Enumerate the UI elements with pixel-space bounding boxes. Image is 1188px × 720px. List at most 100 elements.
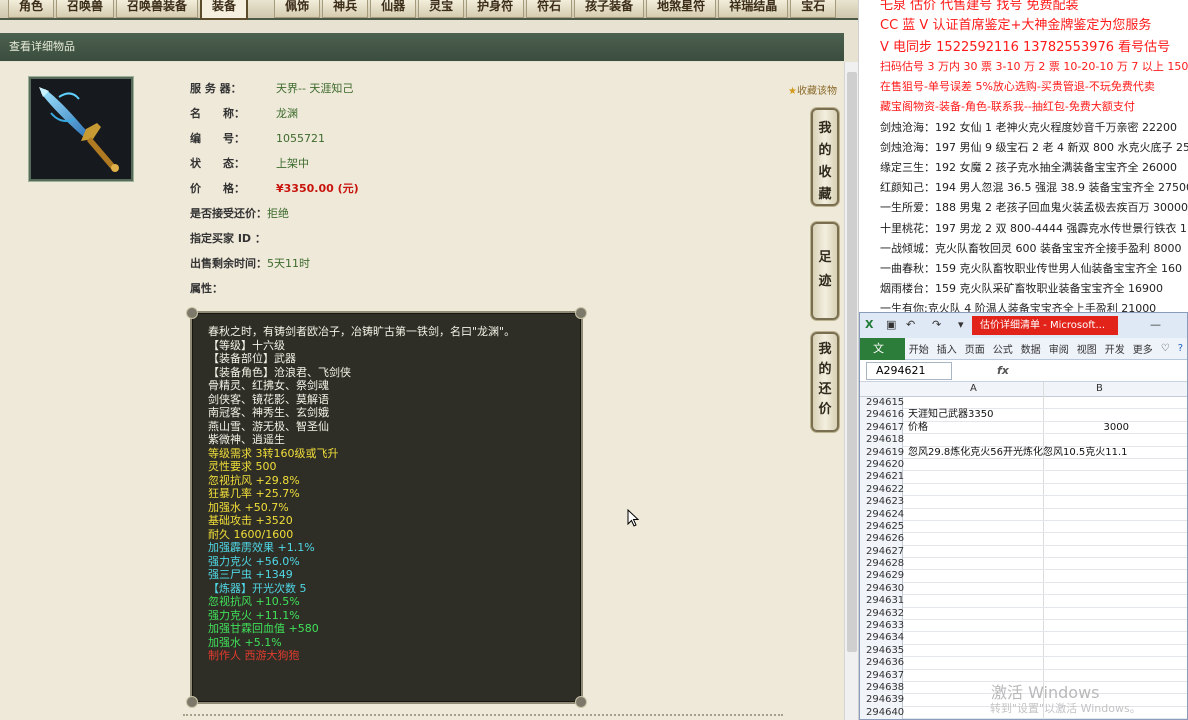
row-number[interactable]: 294630 (860, 582, 904, 596)
ribbon-tab[interactable]: 数据 (1017, 341, 1045, 356)
tab-10[interactable]: 孩子装备 (574, 0, 645, 18)
sheet-row[interactable]: 294623 (860, 496, 1187, 509)
tab-8[interactable]: 护身符 (466, 0, 525, 18)
tab-4[interactable]: 佩饰 (274, 0, 321, 18)
function-icon[interactable]: fx (997, 364, 1009, 377)
cell-a[interactable]: 忽风29.8炼化克火56开光炼化忽风10.5克火11.1 (908, 447, 1128, 459)
ribbon-tab[interactable]: 更多 (1129, 341, 1157, 356)
tab-9[interactable]: 符石 (526, 0, 573, 18)
item-row-value: 5天11时 (267, 257, 310, 270)
sheet-row[interactable]: 294620 (860, 458, 1187, 472)
cell-a[interactable]: 价格 (908, 422, 928, 434)
row-number[interactable]: 294622 (860, 483, 904, 497)
row-number[interactable]: 294636 (860, 657, 904, 670)
tab-7[interactable]: 灵宝 (418, 0, 465, 18)
tab-13[interactable]: 宝石 (790, 0, 837, 18)
tab-11[interactable]: 地煞星符 (646, 0, 717, 18)
file-tab[interactable]: 文件 (860, 337, 905, 377)
undo-icon[interactable]: ↶ (906, 318, 915, 331)
row-number[interactable]: 294621 (860, 471, 904, 484)
sheet-row[interactable]: 294622 (860, 483, 1187, 497)
row-number[interactable]: 294627 (860, 545, 904, 559)
help-icon[interactable]: ? (1174, 343, 1187, 354)
ribbon-tab[interactable]: 页面 (961, 341, 989, 356)
my-offers-button[interactable]: 我的还价 (811, 332, 839, 432)
my-favorites-label: 我的收藏 (813, 118, 837, 206)
sheet-row[interactable]: 294615 (860, 397, 1187, 410)
sheet-row[interactable]: 294624 (860, 508, 1187, 521)
sheet-row[interactable]: 294630 (860, 582, 1187, 596)
ribbon-tab[interactable]: 开发 (1101, 341, 1129, 356)
row-number[interactable]: 294624 (860, 508, 904, 521)
sheet-row[interactable]: 294625 (860, 520, 1187, 534)
row-number[interactable]: 294629 (860, 570, 904, 583)
row-number[interactable]: 294618 (860, 434, 904, 447)
item-thumbnail[interactable] (28, 76, 134, 182)
row-number[interactable]: 294639 (860, 694, 904, 707)
ribbon-tab[interactable]: 开始 (905, 341, 933, 356)
footprint-button[interactable]: 足迹 (811, 222, 839, 320)
row-number[interactable]: 294634 (860, 632, 904, 645)
row-number[interactable]: 294638 (860, 681, 904, 695)
row-number[interactable]: 294625 (860, 520, 904, 534)
name-box[interactable]: A294621 (866, 361, 952, 380)
ribbon-tab[interactable]: 公式 (989, 341, 1017, 356)
sheet-row[interactable]: 294619 忽风29.8炼化克火56开光炼化忽风10.5克火11.1 (860, 446, 1187, 459)
save-icon[interactable]: ▣ (886, 318, 896, 331)
sheet-row[interactable]: 294627 (860, 545, 1187, 559)
row-number[interactable]: 294617 (860, 421, 904, 435)
sheet-row[interactable]: 294616 天涯知己武器3350 (860, 409, 1187, 422)
redo-icon[interactable]: ↷ (932, 318, 941, 331)
tab-1[interactable]: 召唤兽 (56, 0, 115, 18)
sheet-row[interactable]: 294636 (860, 657, 1187, 670)
sheet-row[interactable]: 294631 (860, 595, 1187, 608)
tab-12[interactable]: 祥瑞结晶 (718, 0, 789, 18)
sheet-row[interactable]: 294634 (860, 632, 1187, 645)
row-number[interactable]: 294615 (860, 397, 904, 410)
tab-5[interactable]: 神兵 (322, 0, 369, 18)
row-number[interactable]: 294626 (860, 533, 904, 546)
note-line: 乇泉 估价 代售建号 找号 免费配装 (880, 0, 1079, 13)
page-scrollbar[interactable] (844, 62, 858, 720)
row-number[interactable]: 294616 (860, 409, 904, 422)
row-number[interactable]: 294633 (860, 620, 904, 633)
sheet-row[interactable]: 294621 (860, 471, 1187, 484)
tab-0[interactable]: 角色 (8, 0, 55, 18)
cell-a[interactable]: 天涯知己武器3350 (908, 409, 993, 421)
mouse-cursor-icon (627, 509, 639, 527)
column-a-header[interactable]: A (970, 383, 977, 394)
sheet-row[interactable]: 294633 (860, 620, 1187, 633)
sheet-row[interactable]: 294629 (860, 570, 1187, 583)
row-number[interactable]: 294640 (860, 706, 904, 719)
row-number[interactable]: 294637 (860, 669, 904, 682)
tooltip-line: 【装备角色】沧浪君、飞剑侠 (208, 365, 351, 379)
ribbon-tab[interactable]: 插入 (933, 341, 961, 356)
minimize-icon[interactable]: — (1150, 318, 1161, 331)
tab-6[interactable]: 仙器 (370, 0, 417, 18)
ribbon-tab[interactable]: 审阅 (1045, 341, 1073, 356)
sheet-row[interactable]: 294618 (860, 434, 1187, 447)
row-number[interactable]: 294632 (860, 607, 904, 621)
ribbon-tab[interactable]: 视图 (1073, 341, 1101, 356)
row-number[interactable]: 294628 (860, 558, 904, 571)
sheet-row[interactable]: 294632 (860, 607, 1187, 621)
tab-2[interactable]: 召唤兽装备 (116, 0, 199, 18)
row-number[interactable]: 294631 (860, 595, 904, 608)
scrollbar-thumb[interactable] (847, 72, 857, 652)
ribbon-collapse-icon[interactable]: ♡ (1157, 343, 1174, 354)
sheet-row[interactable]: 294635 (860, 644, 1187, 658)
row-number[interactable]: 294623 (860, 496, 904, 509)
row-number[interactable]: 294635 (860, 644, 904, 658)
sheet-row[interactable]: 294628 (860, 558, 1187, 571)
screen: 角色 召唤兽 召唤兽装备 装备 佩饰 神兵 仙器 灵宝 护身符 符石 孩子装备 地煞星符 祥瑞结晶 宝石 … (0, 0, 1188, 720)
favorite-link[interactable]: ★收藏该物 (788, 82, 837, 97)
tab-3[interactable]: 装备 (200, 0, 249, 20)
sheet-row[interactable]: 294626 (860, 533, 1187, 546)
quick-access-dropdown-icon[interactable]: ▾ (958, 318, 964, 331)
row-number[interactable]: 294619 (860, 446, 904, 459)
row-number[interactable]: 294620 (860, 458, 904, 472)
sheet-row[interactable]: 294617 价格 3000 (860, 421, 1187, 435)
cell-b[interactable]: 3000 (1104, 422, 1129, 434)
column-b-header[interactable]: B (1096, 383, 1103, 394)
my-favorites-button[interactable]: 我的收藏 (811, 108, 839, 206)
